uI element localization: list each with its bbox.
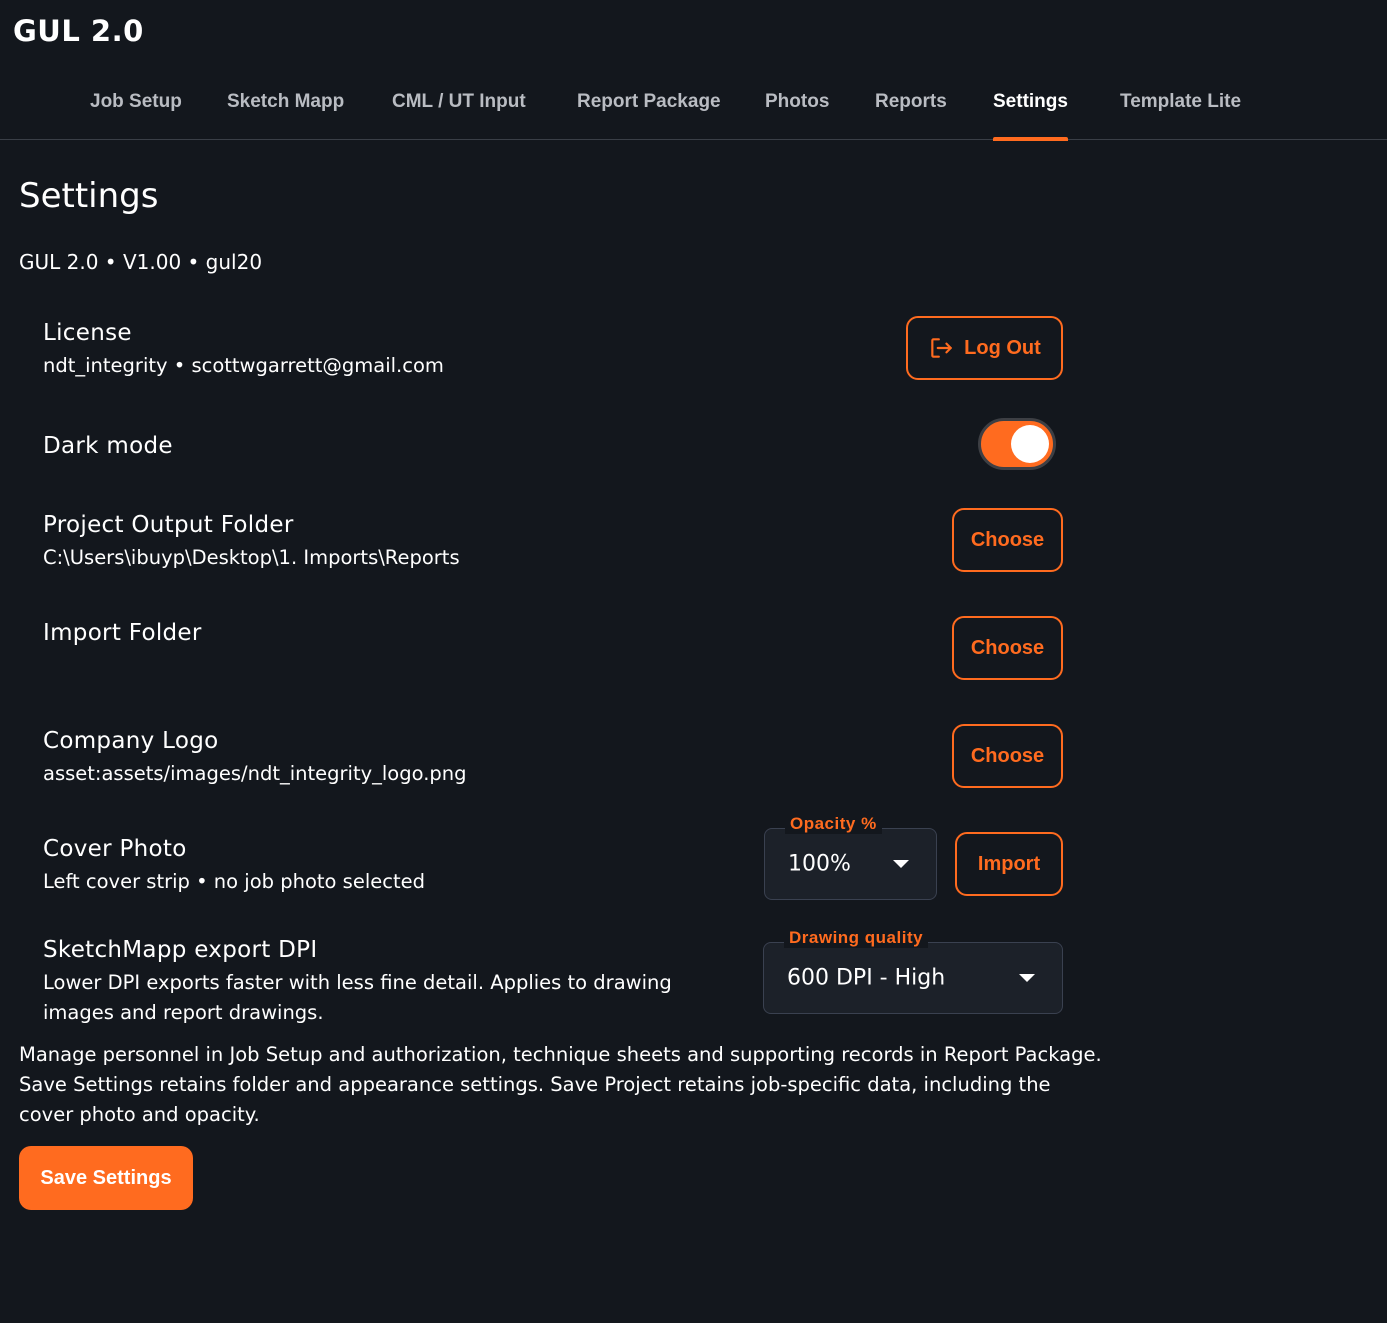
settings-note: Manage personnel in Job Setup and author…	[19, 1043, 1102, 1126]
tab-template-lite[interactable]: Template Lite	[1120, 70, 1241, 140]
opacity-value: 100%	[788, 851, 851, 877]
tab-cml-ut-input[interactable]: CML / UT Input	[392, 70, 526, 140]
opacity-select[interactable]: Opacity % 100%	[764, 814, 937, 900]
license-title: License	[43, 320, 132, 346]
choose-output-folder-button[interactable]: Choose	[952, 508, 1063, 572]
save-settings-button[interactable]: Save Settings	[19, 1146, 193, 1210]
app-title: GUL 2.0	[13, 14, 144, 48]
chevron-down-icon	[893, 860, 909, 868]
company-logo-title: Company Logo	[43, 728, 219, 754]
tab-report-package[interactable]: Report Package	[577, 70, 721, 140]
company-logo-path: asset:assets/images/ndt_integrity_logo.p…	[43, 762, 467, 785]
tab-job-setup[interactable]: Job Setup	[90, 70, 182, 140]
choose-company-logo-button[interactable]: Choose	[952, 724, 1063, 788]
cover-photo-title: Cover Photo	[43, 836, 187, 862]
drawing-quality-label: Drawing quality	[784, 928, 929, 948]
import-folder-title: Import Folder	[43, 620, 202, 646]
output-folder-title: Project Output Folder	[43, 512, 294, 538]
choose-import-folder-button[interactable]: Choose	[952, 616, 1063, 680]
logout-button[interactable]: Log Out	[906, 316, 1063, 380]
drawing-quality-value: 600 DPI - High	[787, 965, 946, 991]
output-folder-path: C:\Users\ibuyp\Desktop\1. Imports\Report…	[43, 546, 460, 569]
dark-mode-title: Dark mode	[43, 433, 173, 459]
tab-settings[interactable]: Settings	[993, 70, 1068, 141]
logout-label: Log Out	[964, 336, 1041, 359]
version-info: GUL 2.0 • V1.00 • gul20	[19, 250, 263, 274]
tab-bar: Job Setup Sketch Mapp CML / UT Input Rep…	[0, 70, 1387, 141]
opacity-label: Opacity %	[785, 814, 882, 834]
toggle-knob	[1011, 425, 1049, 463]
dpi-title: SketchMapp export DPI	[43, 937, 318, 963]
app-window: GUL 2.0 Job Setup Sketch Mapp CML / UT I…	[0, 0, 1387, 1323]
cover-photo-detail: Left cover strip • no job photo selected	[43, 870, 425, 893]
dark-mode-toggle[interactable]	[978, 418, 1056, 470]
active-tab-indicator	[993, 137, 1068, 141]
license-detail: ndt_integrity • scottwgarrett@gmail.com	[43, 354, 444, 377]
page-title: Settings	[19, 176, 159, 216]
tab-sketch-mapp[interactable]: Sketch Mapp	[227, 70, 344, 140]
chevron-down-icon	[1019, 974, 1035, 982]
dpi-detail: Lower DPI exports faster with less fine …	[43, 971, 672, 1024]
tab-reports[interactable]: Reports	[875, 70, 947, 140]
import-cover-photo-button[interactable]: Import	[955, 832, 1063, 896]
drawing-quality-select[interactable]: Drawing quality 600 DPI - High	[763, 928, 1063, 1014]
tab-photos[interactable]: Photos	[765, 70, 829, 140]
logout-icon	[928, 335, 954, 361]
